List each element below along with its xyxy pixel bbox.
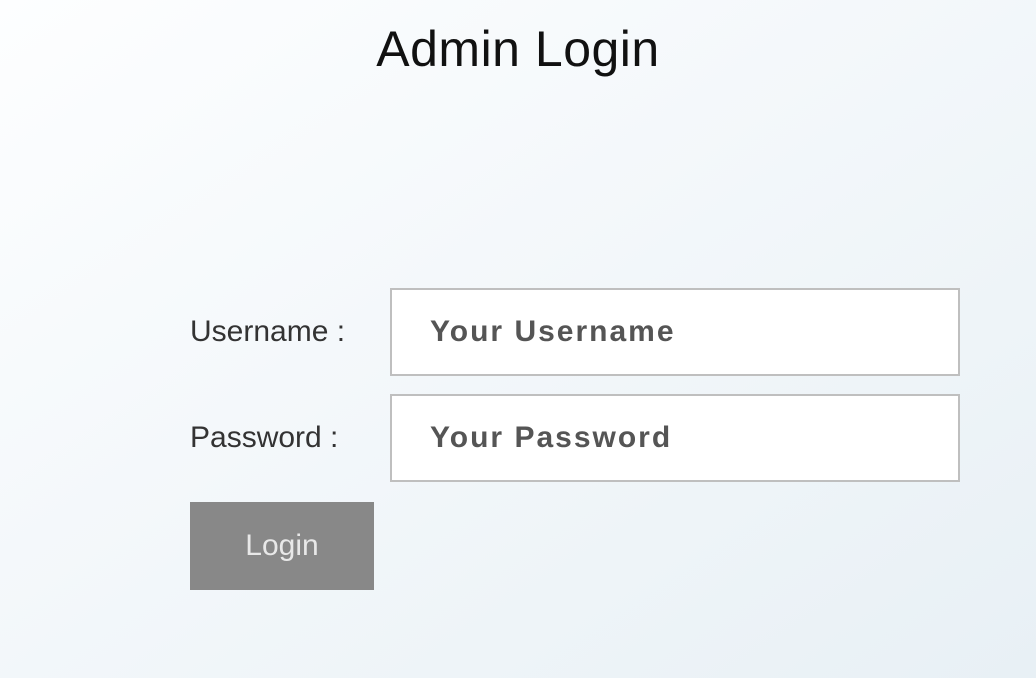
password-label: Password : — [190, 421, 390, 455]
login-form: Username : Password : Login — [190, 288, 1036, 590]
username-row: Username : — [190, 288, 1036, 376]
username-label: Username : — [190, 315, 390, 349]
page-title: Admin Login — [0, 20, 1036, 78]
password-row: Password : — [190, 394, 1036, 482]
password-input[interactable] — [390, 394, 960, 482]
login-button[interactable]: Login — [190, 502, 374, 590]
username-input[interactable] — [390, 288, 960, 376]
